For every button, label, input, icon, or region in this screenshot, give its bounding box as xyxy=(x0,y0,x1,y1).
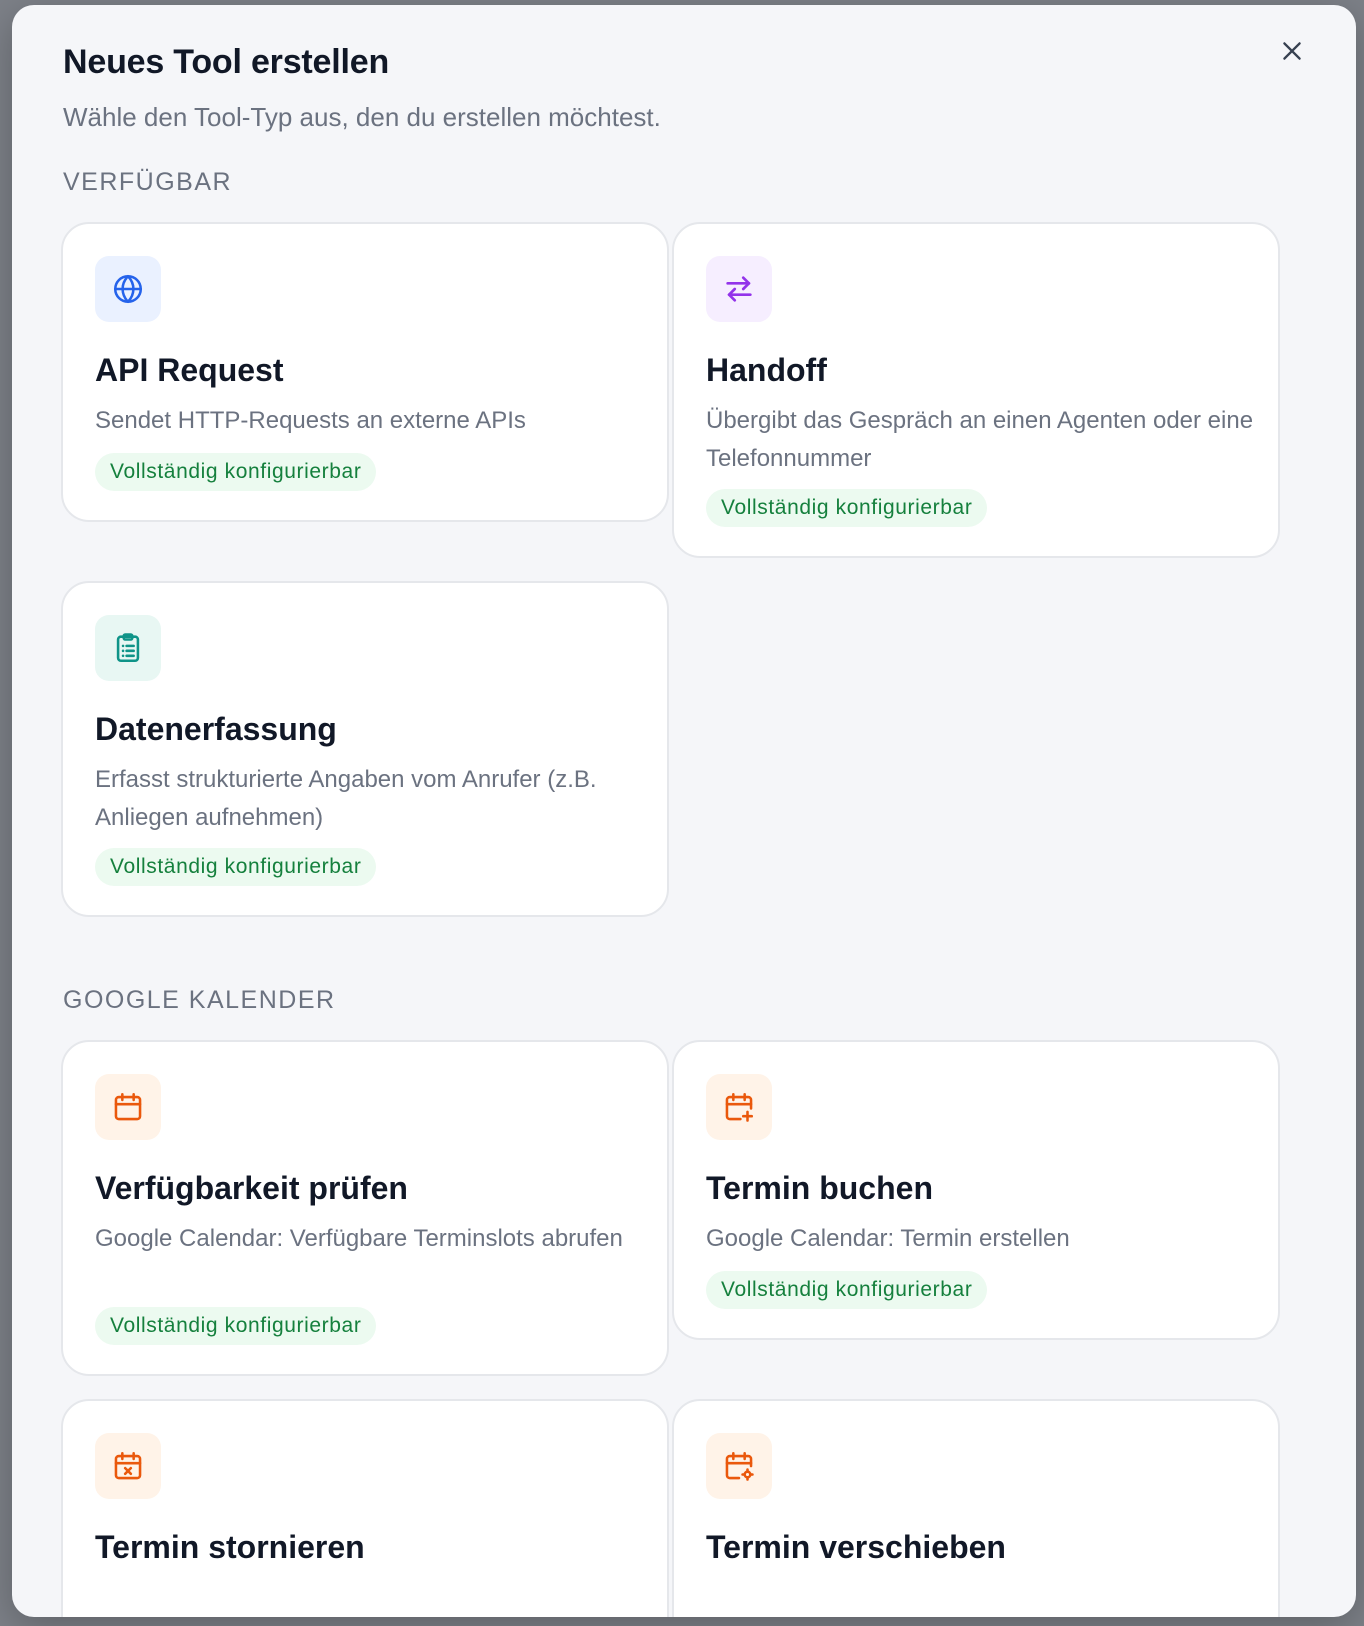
card-title: API Request xyxy=(95,352,284,388)
icon-container xyxy=(706,1074,772,1140)
icon-container xyxy=(706,256,772,322)
card-title: Handoff xyxy=(706,352,827,388)
calendar-x-icon xyxy=(114,1451,142,1480)
arrows-swap-icon xyxy=(726,276,752,302)
card-description: Google Calendar: Verfügbare Terminslots … xyxy=(95,1225,623,1252)
card-title: Termin buchen xyxy=(706,1170,933,1206)
tool-card-datenerfassung[interactable]: Datenerfassung Erfasst strukturierte Ang… xyxy=(61,581,669,917)
tool-card-book-appointment[interactable]: Termin buchen Google Calendar: Termin er… xyxy=(672,1040,1280,1340)
tool-card-reschedule-appointment[interactable]: Termin verschieben xyxy=(672,1399,1280,1617)
create-tool-dialog: Neues Tool erstellen Wähle den Tool-Typ … xyxy=(12,5,1356,1617)
status-badge: Vollständig konfigurierbar xyxy=(95,453,377,491)
card-title: Verfügbarkeit prüfen xyxy=(95,1170,408,1206)
card-description: Übergibt das Gespräch an einen Agenten o… xyxy=(706,407,1254,472)
card-description: Erfasst strukturierte Angaben vom Anrufe… xyxy=(95,766,597,831)
card-title: Datenerfassung xyxy=(95,711,337,747)
tool-card-check-availability[interactable]: Verfügbarkeit prüfen Google Calendar: Ve… xyxy=(61,1040,669,1376)
card-title: Termin stornieren xyxy=(95,1529,365,1565)
section-label-available: VERFÜGBAR xyxy=(63,168,233,196)
calendar-gear-icon xyxy=(725,1451,754,1481)
globe-icon xyxy=(113,274,143,304)
calendar-icon xyxy=(114,1092,142,1121)
close-icon xyxy=(1283,42,1301,60)
status-badge: Vollständig konfigurierbar xyxy=(95,848,377,886)
icon-container xyxy=(95,256,161,322)
card-description: Sendet HTTP-Requests an externe APIs xyxy=(95,407,526,434)
tool-card-handoff[interactable]: Handoff Übergibt das Gespräch an einen A… xyxy=(672,222,1280,558)
icon-container xyxy=(95,1433,161,1499)
icon-container xyxy=(95,1074,161,1140)
dialog-title: Neues Tool erstellen xyxy=(63,43,390,81)
calendar-plus-icon xyxy=(725,1092,754,1122)
tool-card-cancel-appointment[interactable]: Termin stornieren xyxy=(61,1399,669,1617)
icon-container xyxy=(95,615,161,681)
status-badge: Vollständig konfigurierbar xyxy=(706,489,988,527)
section-label-google-calendar: GOOGLE KALENDER xyxy=(63,986,336,1014)
icon-container xyxy=(706,1433,772,1499)
close-button[interactable] xyxy=(1272,31,1312,71)
clipboard-list-icon xyxy=(116,633,140,663)
card-description: Google Calendar: Termin erstellen xyxy=(706,1225,1070,1252)
tool-card-api-request[interactable]: API Request Sendet HTTP-Requests an exte… xyxy=(61,222,669,522)
dialog-subtitle: Wähle den Tool-Typ aus, den du erstellen… xyxy=(63,102,661,132)
status-badge: Vollständig konfigurierbar xyxy=(706,1271,988,1309)
status-badge: Vollständig konfigurierbar xyxy=(95,1307,377,1345)
card-title: Termin verschieben xyxy=(706,1529,1006,1565)
